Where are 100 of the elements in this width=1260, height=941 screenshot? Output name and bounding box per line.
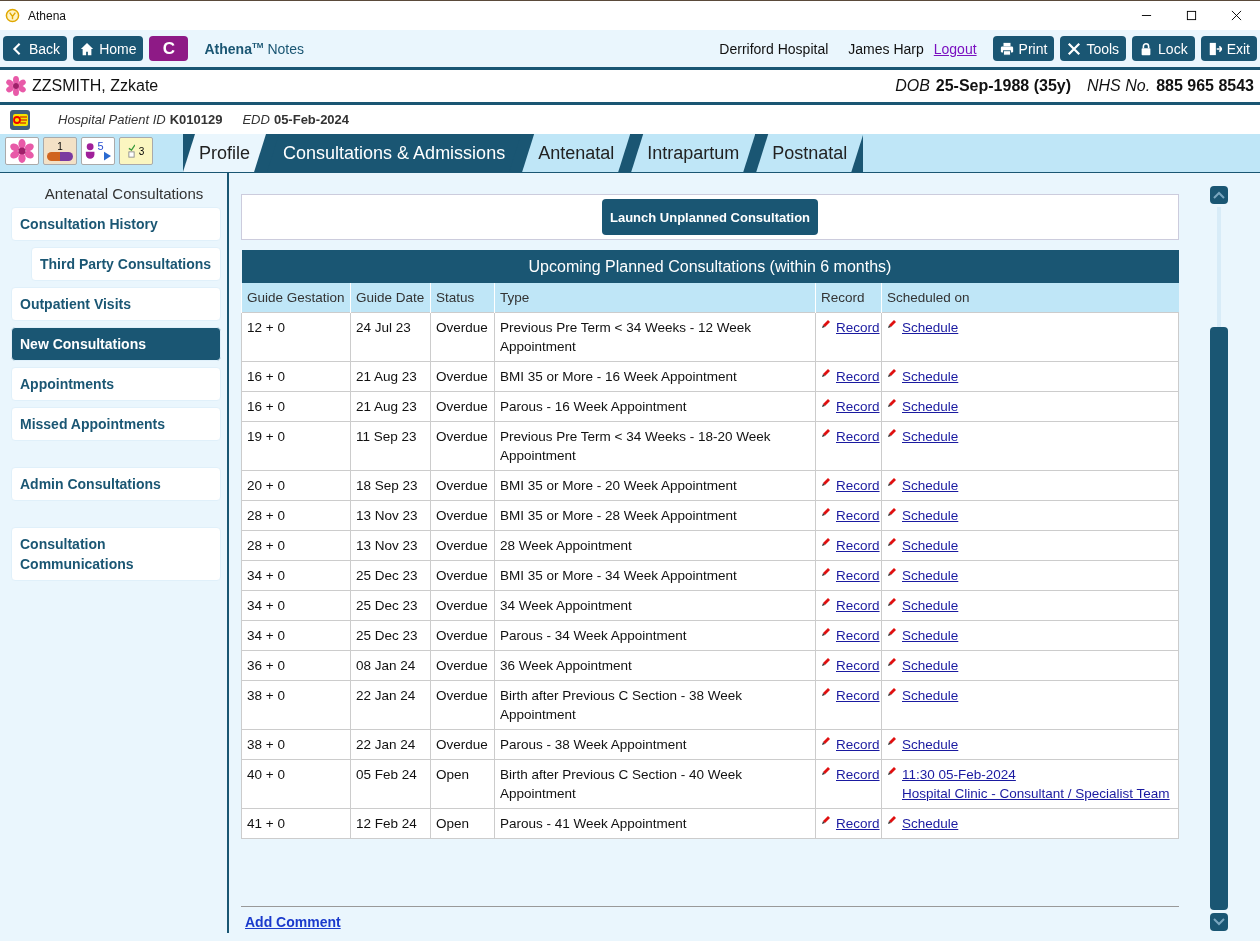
pill-button[interactable]: 1 bbox=[43, 137, 77, 165]
schedule-link[interactable]: Hospital Clinic - Consultant / Specialist Team bbox=[902, 784, 1170, 803]
pencil-icon bbox=[821, 398, 831, 408]
play-icon bbox=[103, 151, 111, 161]
table-cell: 38 + 0 bbox=[241, 729, 351, 760]
table-cell: 05 Feb 24 bbox=[350, 759, 431, 809]
schedule-link[interactable]: Schedule bbox=[902, 367, 959, 386]
table-cell: 34 Week Appointment bbox=[494, 590, 816, 621]
app-name: Athena$^{TM}$ Notes bbox=[204, 40, 304, 57]
table-cell: Overdue bbox=[430, 590, 495, 621]
logout-link[interactable]: Logout bbox=[933, 40, 977, 57]
baby-button[interactable]: 5 bbox=[81, 137, 115, 165]
patient-id-label: Hospital Patient ID bbox=[58, 112, 166, 127]
schedule-link[interactable]: Schedule bbox=[902, 427, 959, 446]
schedule-link[interactable]: Schedule bbox=[902, 686, 959, 705]
lock-button[interactable]: Lock bbox=[1132, 36, 1195, 61]
table-cell: 41 + 0 bbox=[241, 808, 351, 839]
maximize-icon[interactable] bbox=[1186, 10, 1197, 21]
pencil-icon bbox=[821, 597, 831, 607]
schedule-link[interactable]: Schedule bbox=[902, 596, 959, 615]
pencil-icon bbox=[887, 537, 897, 547]
window-title: Athena bbox=[28, 8, 67, 23]
pencil-icon bbox=[821, 736, 831, 746]
table-cell: BMI 35 or More - 34 Week Appointment bbox=[494, 560, 816, 591]
schedule-link[interactable]: Schedule bbox=[902, 814, 959, 833]
c-button[interactable]: C bbox=[149, 36, 189, 61]
note-button[interactable]: 3 bbox=[119, 137, 153, 165]
nav-button[interactable]: Home bbox=[73, 36, 144, 61]
pencil-icon bbox=[821, 815, 831, 825]
sidebar-item[interactable]: New Consultations bbox=[11, 327, 221, 361]
pencil-icon bbox=[887, 657, 897, 667]
pencil-icon bbox=[821, 687, 831, 697]
pencil-icon bbox=[821, 319, 831, 329]
schedule-link[interactable]: Schedule bbox=[902, 536, 959, 555]
nav-button[interactable]: Back bbox=[3, 36, 68, 61]
table-cell: 36 + 0 bbox=[241, 650, 351, 681]
patient-name: ZZSMITH, Zzkate bbox=[32, 77, 159, 95]
table-cell: 28 Week Appointment bbox=[494, 530, 816, 561]
table-cell: 16 + 0 bbox=[241, 391, 351, 422]
table-cell: Parous - 41 Week Appointment bbox=[494, 808, 816, 839]
print-button[interactable]: Print bbox=[992, 36, 1055, 61]
pencil-icon bbox=[887, 507, 897, 517]
table-cell: 08 Jan 24 bbox=[350, 650, 431, 681]
sidebar-item[interactable]: Third Party Consultations bbox=[31, 247, 221, 281]
sidebar-item[interactable]: Appointments bbox=[11, 367, 221, 401]
scroll-down-button[interactable] bbox=[1210, 913, 1228, 931]
pencil-icon bbox=[887, 368, 897, 378]
sidebar-title: Antenatal Consultations bbox=[43, 185, 205, 202]
table-cell: 24 Jul 23 bbox=[350, 312, 431, 362]
close-icon[interactable] bbox=[1231, 10, 1242, 21]
table-cell: Overdue bbox=[430, 500, 495, 531]
table-cell: Parous - 38 Week Appointment bbox=[494, 729, 816, 760]
pencil-icon bbox=[887, 477, 897, 487]
pencil-icon bbox=[887, 687, 897, 697]
scroll-up-button[interactable] bbox=[1210, 186, 1228, 204]
flower-button[interactable] bbox=[5, 137, 39, 165]
table-cell: 19 + 0 bbox=[241, 421, 351, 471]
sidebar-item[interactable]: Consultation Communications bbox=[11, 527, 221, 581]
schedule-link[interactable]: Schedule bbox=[902, 506, 959, 525]
scroll-thumb[interactable] bbox=[1210, 326, 1228, 910]
pencil-icon bbox=[887, 766, 897, 776]
table-cell: BMI 35 or More - 16 Week Appointment bbox=[494, 361, 816, 392]
table-cell: 25 Dec 23 bbox=[350, 620, 431, 651]
nhs-label: NHS No. bbox=[1087, 77, 1151, 95]
sidebar-item[interactable]: Admin Consultations bbox=[11, 467, 221, 501]
table-cell: BMI 35 or More - 20 Week Appointment bbox=[494, 470, 816, 501]
schedule-link[interactable]: Schedule bbox=[902, 566, 959, 585]
schedule-link[interactable]: Schedule bbox=[902, 397, 959, 416]
launch-button[interactable]: Launch Unplanned Consultation bbox=[601, 199, 818, 235]
table-cell: 21 Aug 23 bbox=[350, 361, 431, 392]
tab[interactable]: Antenatal bbox=[522, 134, 631, 172]
tab[interactable]: Postnatal bbox=[756, 134, 864, 172]
column-header: Guide Gestation bbox=[241, 283, 351, 313]
schedule-link[interactable]: Schedule bbox=[902, 318, 959, 337]
tab[interactable]: Profile bbox=[183, 134, 267, 172]
schedule-link[interactable]: Schedule bbox=[902, 626, 959, 645]
table-cell: 36 Week Appointment bbox=[494, 650, 816, 681]
tools-button[interactable]: Tools bbox=[1060, 36, 1127, 61]
table-cell: 34 + 0 bbox=[241, 590, 351, 621]
pencil-icon bbox=[821, 627, 831, 637]
schedule-link[interactable]: Schedule bbox=[902, 656, 959, 675]
chevron-up-icon bbox=[1213, 191, 1225, 199]
add-comment-link[interactable]: Add Comment bbox=[245, 914, 341, 930]
sidebar-item[interactable]: Consultation History bbox=[11, 207, 221, 241]
printer-icon bbox=[999, 41, 1014, 56]
column-header: Guide Date bbox=[350, 283, 431, 313]
pencil-icon bbox=[887, 319, 897, 329]
table-cell: 20 + 0 bbox=[241, 470, 351, 501]
pencil-icon bbox=[887, 428, 897, 438]
schedule-link[interactable]: Schedule bbox=[902, 476, 959, 495]
schedule-link[interactable]: 11:30 05-Feb-2024 bbox=[902, 765, 1170, 784]
exit-button[interactable]: Exit bbox=[1200, 36, 1257, 61]
pencil-icon bbox=[821, 537, 831, 547]
table-cell: BMI 35 or More - 28 Week Appointment bbox=[494, 500, 816, 531]
tab[interactable]: Intrapartum bbox=[631, 134, 756, 172]
schedule-link[interactable]: Schedule bbox=[902, 735, 959, 754]
sidebar-item[interactable]: Outpatient Visits bbox=[11, 287, 221, 321]
sidebar-item[interactable]: Missed Appointments bbox=[11, 407, 221, 441]
column-header: Record bbox=[815, 283, 882, 313]
pencil-icon bbox=[821, 657, 831, 667]
